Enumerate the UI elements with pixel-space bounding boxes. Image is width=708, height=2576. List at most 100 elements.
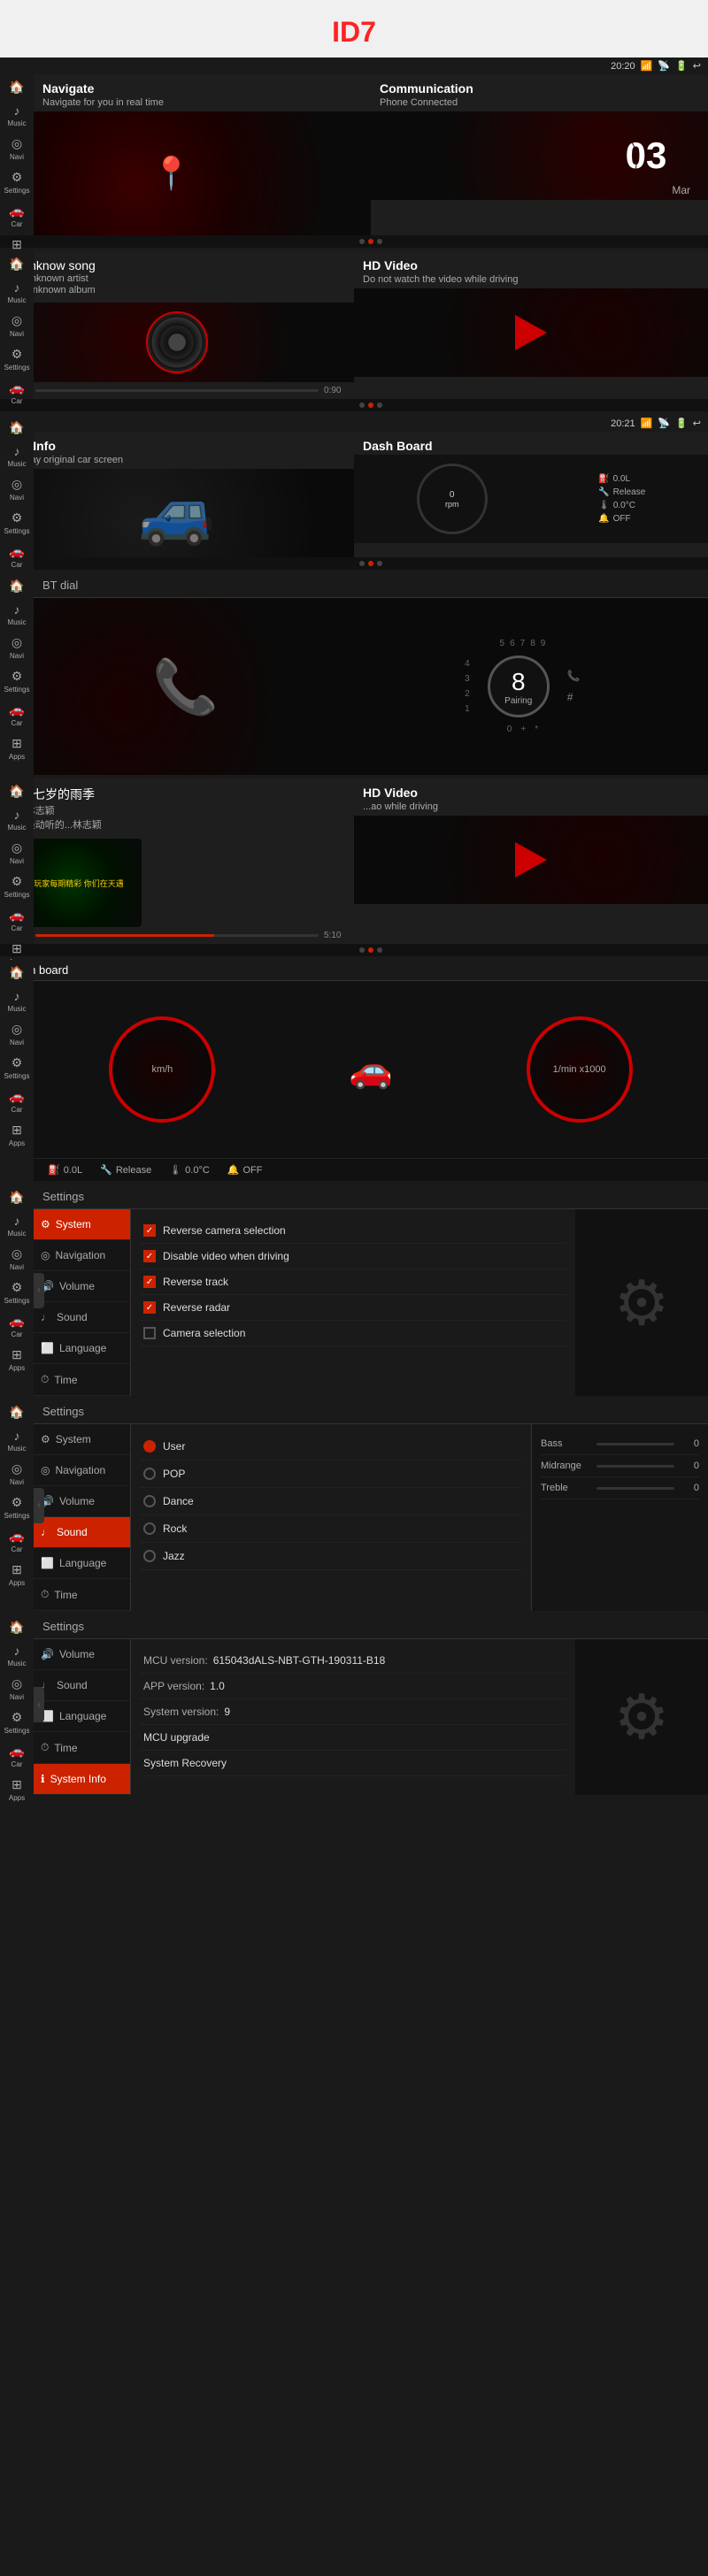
progress-area[interactable]: 0:00 0:90: [0, 382, 354, 399]
sb5-navi[interactable]: ◎Navi: [10, 840, 24, 865]
sb7-settings[interactable]: ⚙Settings: [4, 1280, 30, 1305]
hd-video-card[interactable]: HD Video Do not watch the video while dr…: [354, 251, 708, 399]
nav-navigation[interactable]: ◎ Navigation: [34, 1240, 130, 1271]
navigate-card[interactable]: Navigate Navigate for you in real time 📍: [34, 74, 371, 235]
music2-card[interactable]: ♪十七岁的雨季 👤 林志颖 💿 最动听的...林志颖 欢乐玩家每期精彩 你们在天…: [0, 778, 354, 944]
sb8-music[interactable]: ♪Music: [8, 1429, 27, 1453]
midrange-row[interactable]: Midrange 0: [541, 1455, 699, 1477]
sysinfo-recovery[interactable]: System Recovery: [140, 1751, 566, 1776]
back-3[interactable]: ↩: [693, 418, 701, 429]
nav-system[interactable]: ⚙ System: [34, 1209, 130, 1240]
radio-pop[interactable]: [143, 1468, 156, 1480]
back-icon[interactable]: ↩: [693, 60, 701, 72]
nav2-sound[interactable]: ♩ Sound: [34, 1517, 130, 1548]
sidebar-navi[interactable]: ◎Navi: [10, 136, 24, 161]
sb5-home[interactable]: 🏠: [9, 784, 24, 799]
nav2-volume[interactable]: 🔊 Volume: [34, 1486, 130, 1517]
sb8-car[interactable]: 🚗Car: [9, 1529, 24, 1553]
car-info-card[interactable]: Car Info Display original car screen 🚙: [0, 432, 354, 557]
checkbox-reverse-track[interactable]: [143, 1276, 156, 1288]
sb2-navi[interactable]: ◎Navi: [10, 313, 24, 338]
sb4-car[interactable]: 🚗Car: [9, 702, 24, 727]
sound-dance[interactable]: Dance: [140, 1488, 522, 1515]
sound-jazz[interactable]: Jazz: [140, 1543, 522, 1570]
sb8-home[interactable]: 🏠: [9, 1405, 24, 1420]
option-reverse-track[interactable]: Reverse track: [140, 1269, 566, 1295]
sb7-navi[interactable]: ◎Navi: [10, 1246, 24, 1271]
sound-pop[interactable]: POP: [140, 1460, 522, 1488]
sb9-home[interactable]: 🏠: [9, 1620, 24, 1635]
sb9-navi[interactable]: ◎Navi: [10, 1676, 24, 1701]
sidebar-music[interactable]: ♪Music: [8, 104, 27, 127]
nav2-navigation[interactable]: ◎ Navigation: [34, 1455, 130, 1486]
radio-jazz[interactable]: [143, 1550, 156, 1562]
sb3-car[interactable]: 🚗Car: [9, 544, 24, 569]
nav3-language[interactable]: ⬜ Language: [34, 1701, 130, 1732]
midrange-slider[interactable]: [596, 1465, 674, 1468]
sb4-navi[interactable]: ◎Navi: [10, 635, 24, 660]
nav3-time[interactable]: ⏱ Time: [34, 1732, 130, 1764]
nav-volume[interactable]: 🔊 Volume: [34, 1271, 130, 1302]
nav-time[interactable]: ⏱ Time: [34, 1364, 130, 1396]
sb6-music[interactable]: ♪Music: [8, 989, 27, 1013]
sb9-settings[interactable]: ⚙Settings: [4, 1710, 30, 1735]
checkbox-disable-video[interactable]: [143, 1250, 156, 1262]
option-reverse-camera[interactable]: Reverse camera selection: [140, 1218, 566, 1244]
sb6-car[interactable]: 🚗Car: [9, 1089, 24, 1114]
treble-row[interactable]: Treble 0: [541, 1477, 699, 1499]
sb7-music[interactable]: ♪Music: [8, 1214, 27, 1238]
sb6-settings[interactable]: ⚙Settings: [4, 1055, 30, 1080]
sb9-music[interactable]: ♪Music: [8, 1644, 27, 1668]
checkbox-camera-selection[interactable]: [143, 1327, 156, 1339]
music-card[interactable]: ♪Unknow song 👤 unknown artist 💿 Unknown …: [0, 251, 354, 399]
nav2-system[interactable]: ⚙ System: [34, 1424, 130, 1455]
progress-area-2[interactable]: 3:18 5:10: [0, 927, 354, 944]
sb6-navi[interactable]: ◎Navi: [10, 1022, 24, 1046]
sb9-car[interactable]: 🚗Car: [9, 1744, 24, 1768]
sb6-apps[interactable]: ⊞Apps: [9, 1123, 25, 1147]
checkbox-reverse-camera[interactable]: [143, 1224, 156, 1237]
sb6-home[interactable]: 🏠: [9, 965, 24, 980]
sb8-navi[interactable]: ◎Navi: [10, 1461, 24, 1486]
sb5-settings[interactable]: ⚙Settings: [4, 874, 30, 899]
progress-track-2[interactable]: [35, 934, 319, 937]
bass-slider[interactable]: [596, 1443, 674, 1445]
sb7-apps[interactable]: ⊞Apps: [9, 1347, 25, 1372]
nav3-sysinfo[interactable]: ℹ System Info: [34, 1764, 130, 1795]
sysinfo-mcu-upgrade[interactable]: MCU upgrade: [140, 1725, 566, 1751]
sidebar-settings[interactable]: ⚙Settings: [4, 170, 30, 195]
sb3-navi[interactable]: ◎Navi: [10, 477, 24, 502]
nav2-time[interactable]: ⏱ Time: [34, 1579, 130, 1611]
nav2-language[interactable]: ⬜ Language: [34, 1548, 130, 1579]
checkbox-reverse-radar[interactable]: [143, 1301, 156, 1314]
sb4-settings[interactable]: ⚙Settings: [4, 669, 30, 694]
sb5-car[interactable]: 🚗Car: [9, 908, 24, 932]
sb4-music[interactable]: ♪Music: [8, 602, 27, 626]
sb2-home[interactable]: 🏠: [9, 257, 24, 272]
nav3-sound[interactable]: ♩ Sound: [34, 1670, 130, 1701]
sb4-home[interactable]: 🏠: [9, 579, 24, 594]
progress-track[interactable]: [35, 389, 319, 392]
sb3-home[interactable]: 🏠: [9, 420, 24, 435]
sb3-settings[interactable]: ⚙Settings: [4, 510, 30, 535]
radio-dance[interactable]: [143, 1495, 156, 1507]
sound-user[interactable]: User: [140, 1433, 522, 1460]
sb2-car[interactable]: 🚗Car: [9, 380, 24, 405]
call-icon[interactable]: 📞: [567, 670, 581, 682]
radio-user[interactable]: [143, 1440, 156, 1453]
sb7-car[interactable]: 🚗Car: [9, 1314, 24, 1338]
sb8-apps[interactable]: ⊞Apps: [9, 1562, 25, 1587]
sb4-apps[interactable]: ⊞Apps: [9, 736, 25, 761]
sb2-settings[interactable]: ⚙Settings: [4, 347, 30, 372]
hd-video2-card[interactable]: HD Video ...ao while driving: [354, 778, 708, 944]
sb5-music[interactable]: ♪Music: [8, 808, 27, 832]
sidebar-home[interactable]: 🏠: [9, 80, 24, 95]
nav-sound[interactable]: ♩ Sound: [34, 1302, 130, 1333]
option-disable-video[interactable]: Disable video when driving: [140, 1244, 566, 1269]
communication-card[interactable]: Communication Phone Connected 03 Mar: [371, 74, 708, 235]
dashboard-card[interactable]: Dash Board 0 rpm ⛽0.0L 🔧Release 🌡0.0°C 🔔…: [354, 432, 708, 557]
sb7-home[interactable]: 🏠: [9, 1190, 24, 1205]
radio-rock[interactable]: [143, 1522, 156, 1535]
option-reverse-radar[interactable]: Reverse radar: [140, 1295, 566, 1321]
bass-row[interactable]: Bass 0: [541, 1433, 699, 1455]
